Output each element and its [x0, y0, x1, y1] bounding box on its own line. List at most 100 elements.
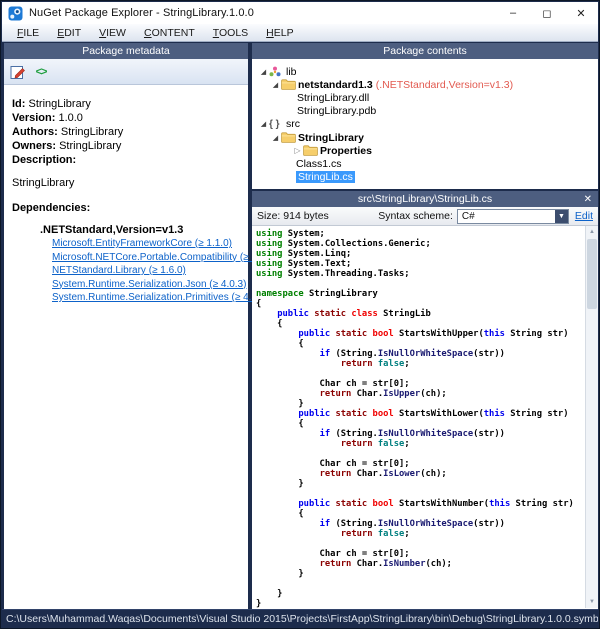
code-line: { [256, 419, 585, 429]
close-button[interactable]: ✕ [564, 2, 598, 24]
menu-help[interactable]: HELP [257, 25, 302, 41]
view-source-icon[interactable]: <> [33, 64, 49, 80]
metadata-field: Id: StringLibrary [12, 97, 240, 111]
scrollbar-thumb[interactable] [587, 239, 597, 309]
app-logo-icon [8, 6, 23, 21]
metadata-field: Version: 1.0.0 [12, 111, 240, 125]
code-line: if (String.IsNullOrWhiteSpace(str)) [256, 349, 585, 359]
contents-panel-header: Package contents [252, 43, 598, 59]
title-bar: NuGet Package Explorer - StringLibrary.1… [2, 2, 598, 24]
tree-item-stringlibrary[interactable]: ◢ StringLibrary [252, 131, 598, 144]
dependency-link[interactable]: Microsoft.NETCore.Portable.Compatibility… [52, 251, 240, 265]
code-line [256, 489, 585, 499]
tree-item-label: StringLibrary.dll [297, 92, 369, 104]
expander-expanded-icon[interactable]: ◢ [258, 68, 269, 76]
code-line: return false; [256, 439, 585, 449]
menu-file[interactable]: FILE [8, 25, 48, 41]
code-line [256, 539, 585, 549]
tree-item-stringlibrary-pdb[interactable]: StringLibrary.pdb [252, 105, 598, 118]
package-path-text: C:\Users\Muhammad.Waqas\Documents\Visual… [6, 613, 598, 625]
menu-view[interactable]: VIEW [90, 25, 135, 41]
code-line: using System.Text; [256, 259, 585, 269]
file-panel-header: src\StringLibrary\StringLib.cs ✕ [252, 191, 598, 207]
menu-edit[interactable]: EDIT [48, 25, 90, 41]
code-line: public static bool StartsWithLower(this … [256, 409, 585, 419]
scroll-up-icon[interactable]: ▲ [586, 226, 598, 238]
code-viewer: using System;using System.Collections.Ge… [252, 226, 598, 608]
code-line: } [256, 589, 585, 599]
tree-item-label: StringLibrary [298, 132, 364, 144]
code-line: { [256, 339, 585, 349]
menu-tools[interactable]: TOOLS [204, 25, 257, 41]
code-line: Char ch = str[0]; [256, 549, 585, 559]
code-line: if (String.IsNullOrWhiteSpace(str)) [256, 429, 585, 439]
maximize-button[interactable]: ◻ [530, 2, 564, 24]
code-line: { [256, 509, 585, 519]
expander-expanded-icon[interactable]: ◢ [270, 81, 281, 89]
tree-item-properties[interactable]: ▷ Properties [252, 144, 598, 157]
code-line: return false; [256, 359, 585, 369]
code-line: public static bool StartsWithNumber(this… [256, 499, 585, 509]
expander-expanded-icon[interactable]: ◢ [270, 134, 281, 142]
code-line: Char ch = str[0]; [256, 459, 585, 469]
edit-link[interactable]: Edit [575, 210, 593, 222]
code-line: } [256, 479, 585, 489]
metadata-toolbar: <> [4, 59, 248, 85]
tree-item-class1-cs[interactable]: Class1.cs [252, 157, 598, 170]
dependencies-label: Dependencies: [12, 201, 240, 215]
vertical-scrollbar[interactable]: ▲ ▼ [585, 226, 598, 608]
tree-item-lib[interactable]: ◢ lib [252, 65, 598, 78]
code-line: { [256, 299, 585, 309]
tree-item-stringlib-cs[interactable]: StringLib.cs [252, 171, 598, 184]
metadata-fields: Id: StringLibraryVersion: 1.0.0Authors: … [12, 97, 240, 167]
code-line: using System; [256, 229, 585, 239]
metadata-field: Authors: StringLibrary [12, 125, 240, 139]
code-line: } [256, 399, 585, 409]
lib-icon [269, 66, 286, 78]
code-line: public static bool StartsWithUpper(this … [256, 329, 585, 339]
code-line [256, 449, 585, 459]
tree-item-label: lib [286, 66, 297, 78]
contents-tree: ◢lib◢netstandard1.3(.NETStandard,Version… [252, 59, 598, 184]
tree-item-netstandard1-3[interactable]: ◢netstandard1.3(.NETStandard,Version=v1.… [252, 78, 598, 91]
code-line: using System.Threading.Tasks; [256, 269, 585, 279]
file-viewer-panel: src\StringLibrary\StringLib.cs ✕ Size: 9… [252, 191, 598, 609]
dependency-links: Microsoft.EntityFrameworkCore (≥ 1.1.0)M… [12, 237, 240, 305]
code-line: return Char.IsLower(ch); [256, 469, 585, 479]
dependency-link[interactable]: NETStandard.Library (≥ 1.6.0) [52, 264, 240, 278]
code-line: } [256, 569, 585, 579]
tree-item-stringlibrary-dll[interactable]: StringLibrary.dll [252, 91, 598, 104]
syntax-scheme-select[interactable]: C# ▼ [457, 209, 569, 224]
window-title: NuGet Package Explorer - StringLibrary.1… [29, 7, 254, 19]
menu-bar: FILEEDITVIEWCONTENTTOOLSHELP [2, 24, 598, 42]
tree-item-label: src [286, 118, 300, 130]
dependency-link[interactable]: System.Runtime.Serialization.Json (≥ 4.0… [52, 278, 240, 292]
tree-item-label: Class1.cs [296, 158, 342, 170]
minimize-button[interactable]: – [496, 2, 530, 24]
metadata-field: Owners: StringLibrary [12, 139, 240, 153]
code-line: public static class StringLib [256, 309, 585, 319]
package-metadata-panel: Package metadata <> Id: StringLibraryVer… [4, 43, 248, 609]
menu-content[interactable]: CONTENT [135, 25, 204, 41]
tree-item-label: StringLibrary.pdb [297, 105, 376, 117]
tree-item-src[interactable]: ◢{ }src [252, 118, 598, 131]
code-line [256, 369, 585, 379]
code-line: using System.Linq; [256, 249, 585, 259]
close-file-icon[interactable]: ✕ [584, 191, 592, 207]
edit-metadata-icon[interactable] [10, 64, 26, 80]
code-line: return false; [256, 529, 585, 539]
syntax-scheme-value: C# [462, 211, 475, 222]
tree-item-label: Properties [320, 145, 372, 157]
chevron-down-icon[interactable]: ▼ [555, 210, 568, 223]
code-area: using System;using System.Collections.Ge… [252, 226, 585, 608]
code-line: if (String.IsNullOrWhiteSpace(str)) [256, 519, 585, 529]
syntax-scheme-label: Syntax scheme: [378, 210, 453, 222]
tree-item-label: StringLib.cs [296, 171, 355, 183]
expander-expanded-icon[interactable]: ◢ [258, 120, 269, 128]
dependency-link[interactable]: System.Runtime.Serialization.Primitives … [52, 291, 240, 305]
tree-item-label: netstandard1.3 [298, 79, 373, 91]
dependency-link[interactable]: Microsoft.EntityFrameworkCore (≥ 1.1.0) [52, 237, 240, 251]
expander-collapsed-icon[interactable]: ▷ [292, 146, 303, 155]
scroll-down-icon[interactable]: ▼ [586, 596, 598, 608]
code-line [256, 279, 585, 289]
